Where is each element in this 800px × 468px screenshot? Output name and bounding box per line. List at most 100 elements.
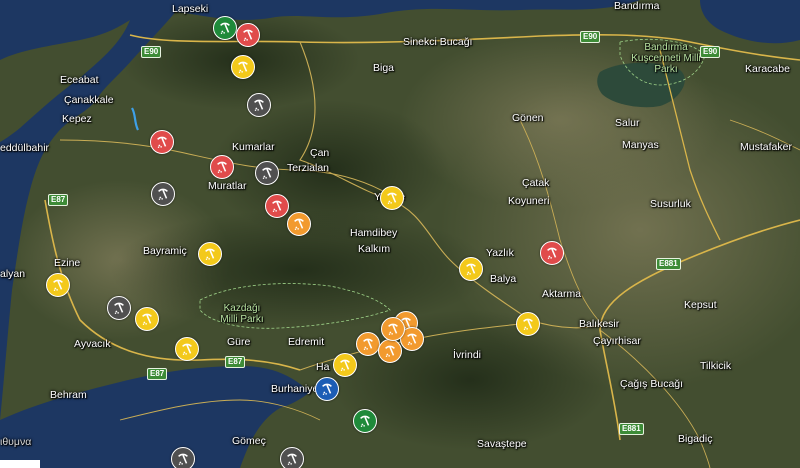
- mine-marker-red[interactable]: [236, 23, 260, 47]
- mine-marker-yellow[interactable]: [198, 242, 222, 266]
- place-label: ιθυμνα: [0, 436, 32, 448]
- mine-marker-red[interactable]: [265, 194, 289, 218]
- mine-marker-orange[interactable]: [287, 212, 311, 236]
- mine-marker-yellow[interactable]: [516, 312, 540, 336]
- mine-marker-grey[interactable]: [107, 296, 131, 320]
- place-label: Susurluk: [650, 198, 691, 210]
- highway-shield: E90: [580, 31, 601, 43]
- mining-pick-icon: [294, 218, 304, 230]
- mine-marker-orange[interactable]: [381, 317, 405, 341]
- mining-pick-icon: [254, 99, 264, 111]
- place-label: Burhaniye: [271, 383, 319, 395]
- map-view[interactable]: Lapseki Bandırma Sinekci Bucağı Biga Ece…: [0, 0, 800, 468]
- highway-shield: E87: [225, 356, 246, 368]
- mining-pick-icon: [387, 192, 397, 204]
- place-label: İvrindi: [453, 349, 482, 361]
- mine-marker-yellow[interactable]: [333, 353, 357, 377]
- mining-pick-icon: [547, 247, 557, 259]
- mining-pick-icon: [217, 161, 227, 173]
- place-label: Sinekci Bucağı: [403, 36, 473, 48]
- mining-pick-icon: [142, 313, 152, 325]
- place-label: Çatak: [522, 177, 550, 189]
- place-label: Biga: [373, 62, 395, 74]
- mine-marker-yellow[interactable]: [231, 55, 255, 79]
- place-label: Muratlar: [208, 180, 247, 192]
- mining-pick-icon: [114, 302, 124, 314]
- mining-pick-icon: [407, 333, 417, 345]
- mountain-area: [210, 100, 450, 240]
- mine-marker-orange[interactable]: [378, 339, 402, 363]
- highway-shield: E87: [48, 194, 69, 206]
- mine-marker-grey[interactable]: [280, 447, 304, 468]
- mining-pick-icon: [157, 136, 167, 148]
- mine-marker-yellow[interactable]: [46, 273, 70, 297]
- mining-pick-icon: [466, 263, 476, 275]
- highway-shield: E881: [619, 423, 644, 435]
- highway-shield: E90: [141, 46, 162, 58]
- place-label: Terzialan: [287, 162, 330, 174]
- mining-pick-icon: [385, 345, 395, 357]
- place-label: Bayramiç: [143, 245, 187, 257]
- place-label: Çanakkale: [64, 94, 114, 106]
- place-label: Balya: [490, 273, 517, 285]
- mining-pick-icon: [388, 323, 398, 335]
- mine-marker-red[interactable]: [540, 241, 564, 265]
- mining-pick-icon: [262, 167, 272, 179]
- park-label: Kazdağı Milli Parkı: [220, 303, 264, 325]
- place-label: eddülbahir: [0, 142, 50, 154]
- mine-marker-yellow[interactable]: [380, 186, 404, 210]
- mining-pick-icon: [220, 22, 230, 34]
- place-label: Kepsut: [684, 299, 717, 311]
- place-label: Yazlık: [486, 247, 514, 259]
- mining-pick-icon: [287, 453, 297, 465]
- mining-pick-icon: [205, 248, 215, 260]
- place-label: Gönen: [512, 112, 544, 124]
- mine-marker-green[interactable]: [213, 16, 237, 40]
- place-label: Bandırma: [614, 0, 660, 12]
- mine-marker-red[interactable]: [210, 155, 234, 179]
- mining-pick-icon: [322, 383, 332, 395]
- mining-pick-icon: [243, 29, 253, 41]
- place-label: Kepez: [62, 113, 92, 125]
- mine-marker-blue[interactable]: [315, 377, 339, 401]
- mine-marker-yellow[interactable]: [175, 337, 199, 361]
- park-label: Bandırma Kuşcenneti Milli Parkı: [631, 42, 701, 75]
- highway-shield: E881: [656, 258, 681, 270]
- place-label: Çayırhisar: [593, 335, 641, 347]
- mine-marker-orange[interactable]: [356, 332, 380, 356]
- mining-pick-icon: [178, 453, 188, 465]
- mine-marker-green[interactable]: [353, 409, 377, 433]
- mining-pick-icon: [53, 279, 63, 291]
- highway-shield: E90: [700, 46, 721, 58]
- place-label: Çan: [310, 147, 330, 159]
- place-label: Kalkım: [358, 243, 391, 255]
- mine-marker-yellow[interactable]: [459, 257, 483, 281]
- place-label: Salur: [615, 117, 640, 129]
- place-label: Bigadiç: [678, 433, 713, 445]
- place-label: Lapseki: [172, 3, 209, 15]
- mine-marker-grey[interactable]: [255, 161, 279, 185]
- mine-marker-red[interactable]: [150, 130, 174, 154]
- place-label: Ezine: [54, 257, 81, 269]
- place-label: Aktarma: [542, 288, 582, 300]
- place-label: Koyuneri: [508, 195, 550, 207]
- place-label: Mustafaker: [740, 141, 792, 153]
- place-label: Karacabe: [745, 63, 790, 75]
- mine-marker-grey[interactable]: [151, 182, 175, 206]
- place-label: Hamdibey: [350, 227, 398, 239]
- place-label: Ayvacık: [74, 338, 111, 350]
- place-label: Behram: [50, 389, 87, 401]
- place-label: Gömeç: [232, 435, 266, 447]
- place-label: Kumarlar: [232, 141, 275, 153]
- place-label: Çağış Bucağı: [620, 378, 684, 390]
- mine-marker-grey[interactable]: [247, 93, 271, 117]
- place-label: Güre: [227, 336, 251, 348]
- place-label: Tilkicik: [700, 360, 732, 372]
- mining-pick-icon: [158, 188, 168, 200]
- mine-marker-grey[interactable]: [171, 447, 195, 468]
- map-scale-stub: [0, 460, 40, 468]
- place-label: Balıkesir: [579, 318, 620, 330]
- place-label: Manyas: [622, 139, 659, 151]
- mine-marker-yellow[interactable]: [135, 307, 159, 331]
- place-label: alyan: [0, 268, 26, 280]
